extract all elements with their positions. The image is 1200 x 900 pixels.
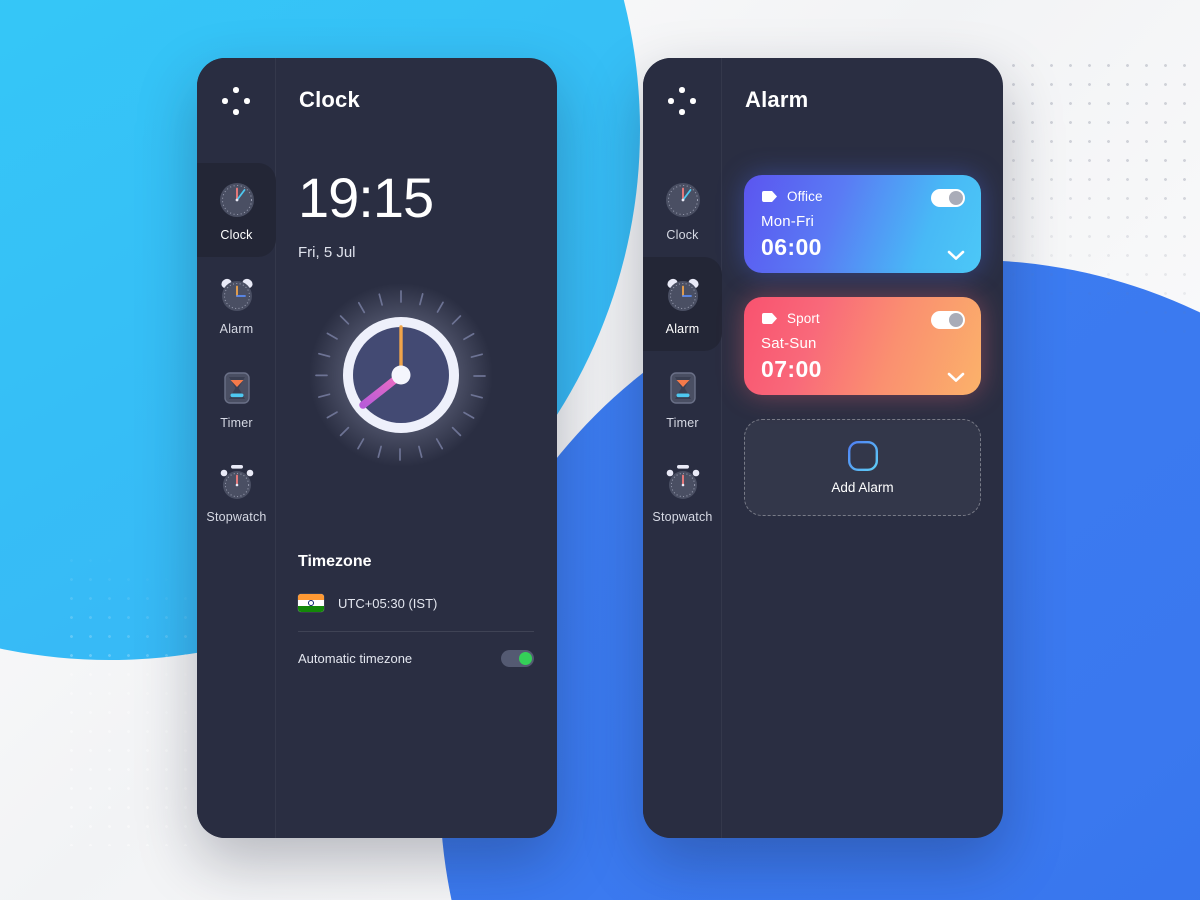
sidebar-item-label: Alarm bbox=[665, 321, 700, 336]
sidebar-item-clock[interactable]: Clock bbox=[643, 163, 722, 257]
alarm-card-sport[interactable]: Sport Sat-Sun 07:00 bbox=[744, 297, 981, 395]
timezone-divider bbox=[298, 631, 534, 632]
alarm-nav-list: Clock Alarm Timer Stopwatch bbox=[643, 163, 722, 539]
sidebar-item-label: Stopwatch bbox=[206, 509, 267, 524]
sidebar-item-label: Clock bbox=[220, 227, 253, 242]
automatic-timezone-row: Automatic timezone bbox=[298, 650, 534, 667]
sidebar-item-label: Timer bbox=[666, 415, 699, 430]
automatic-timezone-toggle[interactable] bbox=[501, 650, 534, 667]
alarm-name: Sport bbox=[787, 311, 820, 326]
chevron-down-icon[interactable] bbox=[947, 370, 965, 382]
four-dots-logo[interactable] bbox=[221, 86, 251, 116]
sidebar-item-label: Clock bbox=[666, 227, 699, 242]
sidebar-item-stopwatch[interactable]: Stopwatch bbox=[197, 445, 276, 539]
clock-sidebar: Clock Alarm Timer Stopwatch bbox=[197, 58, 276, 838]
four-dots-logo[interactable] bbox=[667, 86, 697, 116]
alarm-days: Mon-Fri bbox=[761, 213, 815, 230]
alarm-enable-toggle[interactable] bbox=[931, 311, 965, 329]
alarm-panel: Clock Alarm Timer Stopwatch Alarm Office… bbox=[643, 58, 1003, 838]
plus-square-icon bbox=[847, 440, 878, 471]
sidebar-item-alarm[interactable]: Alarm bbox=[643, 257, 722, 351]
clock-content: Clock 19:15 Fri, 5 Jul Timezone UTC+05:3… bbox=[276, 58, 557, 838]
timezone-heading: Timezone bbox=[298, 553, 372, 570]
stopwatch-icon bbox=[216, 461, 258, 503]
screen-background: Clock Alarm Timer Stopwatch Clock 19:15 … bbox=[0, 0, 1200, 900]
add-alarm-button[interactable]: Add Alarm bbox=[744, 419, 981, 516]
add-alarm-label: Add Alarm bbox=[831, 479, 894, 495]
stopwatch-icon bbox=[662, 461, 704, 503]
tag-icon bbox=[761, 190, 778, 203]
sidebar-item-clock[interactable]: Clock bbox=[197, 163, 276, 257]
alarm-sidebar: Clock Alarm Timer Stopwatch bbox=[643, 58, 722, 838]
page-title: Alarm bbox=[745, 87, 809, 112]
timezone-row[interactable]: UTC+05:30 (IST) bbox=[298, 594, 437, 612]
digital-time: 19:15 bbox=[298, 166, 434, 229]
alarm-clock-icon bbox=[216, 273, 258, 315]
sidebar-item-timer[interactable]: Timer bbox=[197, 351, 276, 445]
alarm-clock-icon bbox=[662, 273, 704, 315]
tag-icon bbox=[761, 312, 778, 325]
hourglass-icon bbox=[662, 367, 704, 409]
sidebar-item-timer[interactable]: Timer bbox=[643, 351, 722, 445]
alarm-time: 07:00 bbox=[761, 356, 822, 382]
clock-nav-list: Clock Alarm Timer Stopwatch bbox=[197, 163, 276, 539]
timezone-value: UTC+05:30 (IST) bbox=[338, 595, 438, 611]
alarm-content: Alarm Office Mon-Fri 06:00 Sport Sat-Sun… bbox=[722, 58, 1003, 838]
alarm-list: Office Mon-Fri 06:00 Sport Sat-Sun 07:00… bbox=[744, 175, 981, 516]
clock-icon bbox=[662, 179, 704, 221]
hourglass-icon bbox=[216, 367, 258, 409]
analog-clock bbox=[301, 275, 501, 475]
sidebar-item-label: Stopwatch bbox=[652, 509, 713, 524]
alarm-days: Sat-Sun bbox=[761, 335, 817, 352]
page-title: Clock bbox=[299, 87, 360, 112]
clock-icon bbox=[216, 179, 258, 221]
dot-grid-top-right bbox=[1004, 56, 1190, 346]
dot-grid-bottom-left bbox=[62, 551, 202, 846]
alarm-name: Office bbox=[787, 189, 823, 204]
sidebar-item-label: Timer bbox=[220, 415, 253, 430]
alarm-enable-toggle[interactable] bbox=[931, 189, 965, 207]
automatic-timezone-label: Automatic timezone bbox=[298, 651, 413, 666]
alarm-card-office[interactable]: Office Mon-Fri 06:00 bbox=[744, 175, 981, 273]
sidebar-item-alarm[interactable]: Alarm bbox=[197, 257, 276, 351]
chevron-down-icon[interactable] bbox=[947, 248, 965, 260]
alarm-time: 06:00 bbox=[761, 234, 822, 260]
clock-panel: Clock Alarm Timer Stopwatch Clock 19:15 … bbox=[197, 58, 557, 838]
india-flag-icon bbox=[298, 594, 324, 612]
sidebar-item-label: Alarm bbox=[219, 321, 254, 336]
current-date: Fri, 5 Jul bbox=[298, 244, 356, 261]
sidebar-item-stopwatch[interactable]: Stopwatch bbox=[643, 445, 722, 539]
